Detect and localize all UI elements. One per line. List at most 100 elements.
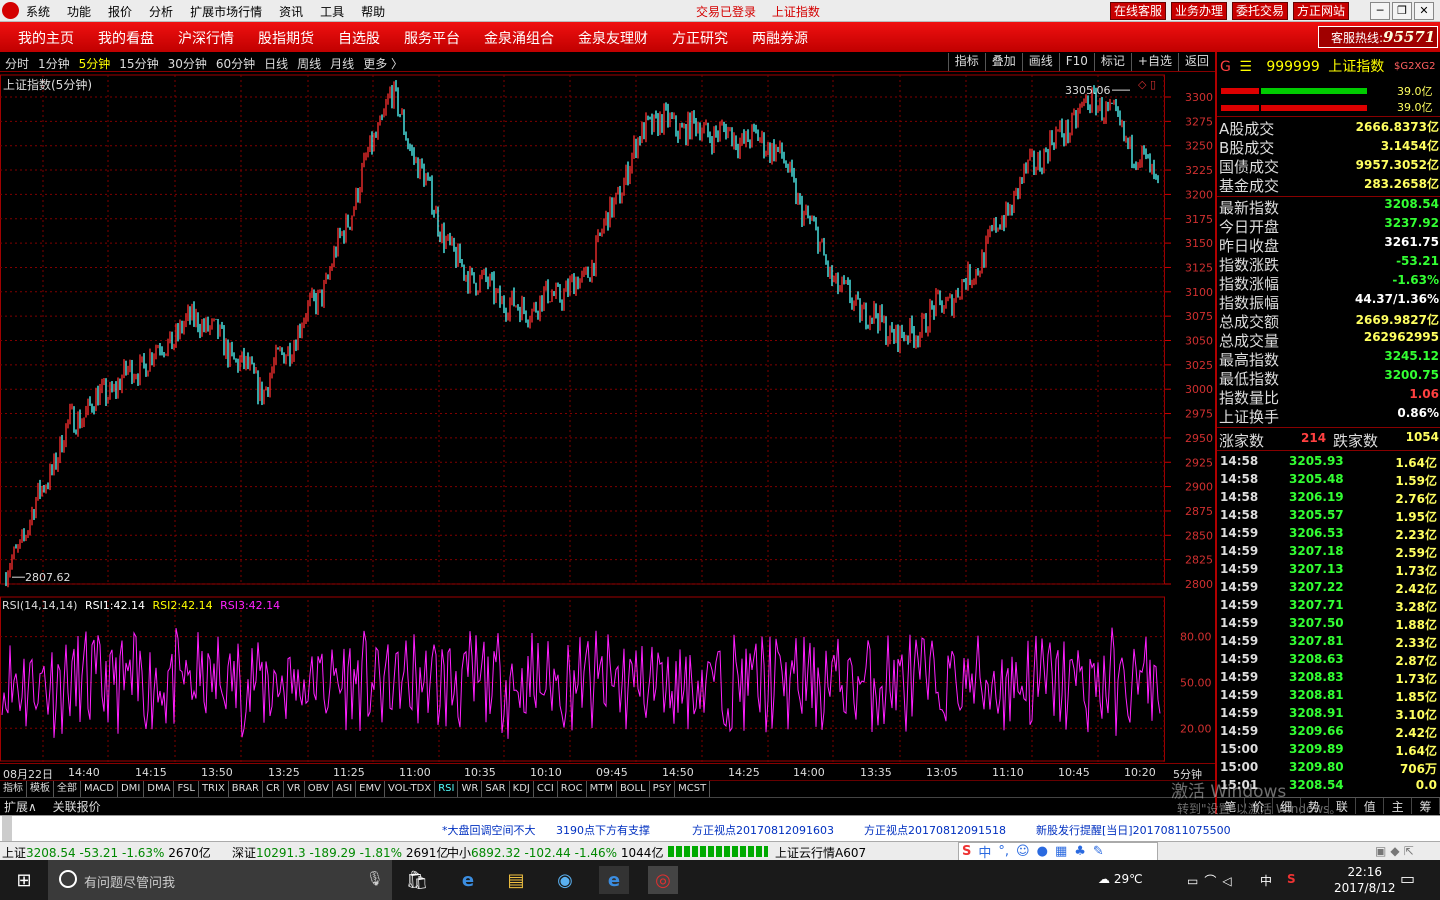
indicator-tab-wr[interactable]: WR [458,781,483,797]
tools-icon[interactable]: ✎ [1093,844,1104,859]
nav-portfolio[interactable]: 金泉涌组合 [484,28,554,48]
news-item[interactable]: 方正视点20170812091518 [864,822,1006,838]
ime-toolbar[interactable]: S 中 °, ☺ ● ▦ ♣ ✎ [958,842,1158,861]
indicator-tab-vol-tdx[interactable]: VOL-TDX [385,781,436,797]
skin-icon[interactable]: ♣ [1074,844,1086,859]
add-watchlist-button[interactable]: +自选 [1130,53,1178,71]
nav-wealth[interactable]: 金泉友理财 [578,28,648,48]
sogou-icon[interactable]: S [962,844,971,859]
sogou-tray-icon[interactable]: S [1287,872,1296,886]
menu-icon[interactable]: ☰ [1239,59,1252,75]
start-icon[interactable]: ⊞ [9,866,39,894]
back-button[interactable]: 返回 [1177,53,1215,71]
mic-icon[interactable]: 🎙 [366,871,384,887]
business-button[interactable]: 业务办理 [1171,2,1228,20]
indicator-tab-emv[interactable]: EMV [356,781,385,797]
news-item[interactable]: 新股发行提醒[当日]20170811075500 [1036,822,1231,838]
close-icon[interactable]: ✕ [1414,2,1434,20]
period-60min[interactable]: 60分钟 [216,55,255,72]
indicator-tab-sar[interactable]: SAR [482,781,510,797]
nav-home[interactable]: 我的主页 [18,28,74,48]
nav-research[interactable]: 方正研究 [672,28,728,48]
tab-main[interactable]: 主 [1384,798,1413,814]
tab-detail[interactable]: 细 [1273,798,1301,814]
file-explorer-icon[interactable]: ▤ [501,866,531,894]
server-name[interactable]: 上证云行情A607 [775,844,866,861]
zx-index[interactable]: 中小6892.32 -102.44 -1.46% 1044亿 [447,844,663,861]
emoji-icon[interactable]: ☺ [1016,844,1030,859]
indicator-tab-cr[interactable]: CR [263,781,284,797]
keyboard-icon[interactable]: ▦ [1055,844,1067,859]
period-30min[interactable]: 30分钟 [168,55,207,72]
nav-margin[interactable]: 两融券源 [752,28,808,48]
indicator-tab-brar[interactable]: BRAR [229,781,263,797]
news-item[interactable]: *大盘回调空间不大 [442,822,536,838]
browser-icon[interactable]: ◉ [550,866,580,894]
edge-icon[interactable]: e [453,866,483,894]
expand-tab[interactable]: 扩展∧ [4,800,37,814]
website-button[interactable]: 方正网站 [1293,2,1350,20]
news-item[interactable]: 3190点下方有支撑 [556,822,650,838]
indicator-button[interactable]: 指标 [947,53,985,71]
period-1min[interactable]: 1分钟 [38,55,70,72]
nav-hs-market[interactable]: 沪深行情 [178,28,234,48]
founder-app-icon[interactable]: ◎ [648,866,678,894]
mark-button[interactable]: 标记 [1093,53,1131,71]
punct-icon[interactable]: °, [998,844,1009,859]
tab-price[interactable]: 价 [1245,798,1273,814]
indicator-tab-dma[interactable]: DMA [144,781,175,797]
nav-my-watch[interactable]: 我的看盘 [98,28,154,48]
tab-value[interactable]: 值 [1356,798,1385,814]
nav-service[interactable]: 服务平台 [404,28,460,48]
online-service-button[interactable]: 在线客服 [1110,2,1167,20]
period-day[interactable]: 日线 [264,55,288,72]
indicator-tab-dmi[interactable]: DMI [118,781,145,797]
clock[interactable]: 22:16 2017/8/12 [1334,864,1396,896]
ie-icon[interactable]: e [599,866,629,894]
tray-icons[interactable]: ▭⌒◁ [1187,872,1238,889]
menu-tools[interactable]: 工具 [320,3,344,20]
indicator-tab-指标[interactable]: 指标 [0,781,27,797]
menu-ext-market[interactable]: 扩展市场行情 [190,3,262,20]
tab-link[interactable]: 联 [1329,798,1357,814]
indicator-tab-obv[interactable]: OBV [305,781,333,797]
indicator-tab-asi[interactable]: ASI [333,781,357,797]
period-tick[interactable]: 分时 [5,55,29,72]
status-tray-icons[interactable]: ▣◆⇱ [1375,844,1418,858]
indicator-tab-fsl[interactable]: FSL [174,781,199,797]
indicator-tab-mtm[interactable]: MTM [587,781,617,797]
news-item[interactable]: 方正视点20170812091603 [692,822,834,838]
restore-icon[interactable]: ❐ [1392,2,1412,20]
menu-analysis[interactable]: 分析 [149,3,173,20]
indicator-tab-psy[interactable]: PSY [650,781,676,797]
indicator-tab-roc[interactable]: ROC [558,781,587,797]
indicator-tab-mcst[interactable]: MCST [675,781,711,797]
indicator-tab-全部[interactable]: 全部 [54,781,81,797]
menu-system[interactable]: 系统 [26,3,50,20]
sz-index[interactable]: 深证10291.3 -189.29 -1.81% 2691亿 [232,844,448,861]
trade-button[interactable]: 委托交易 [1232,2,1289,20]
menu-quote[interactable]: 报价 [108,3,132,20]
ime-indicator[interactable]: 中 [1260,872,1272,889]
menu-function[interactable]: 功能 [67,3,91,20]
weather[interactable]: ☁ 29℃ [1098,872,1143,886]
scroll-handle[interactable] [2,816,12,842]
f10-button[interactable]: F10 [1058,53,1094,71]
indicator-tab-boll[interactable]: BOLL [617,781,650,797]
notification-icon[interactable]: ▭ [1400,869,1415,888]
indicator-tab-模板[interactable]: 模板 [27,781,54,797]
menu-help[interactable]: 帮助 [361,3,385,20]
nav-futures[interactable]: 股指期货 [258,28,314,48]
period-15min[interactable]: 15分钟 [119,55,158,72]
period-month[interactable]: 月线 [330,55,354,72]
tab-trend[interactable]: 势 [1301,798,1329,814]
indicator-tab-vr[interactable]: VR [284,781,305,797]
price-chart[interactable]: 3300 3275 3250 3225 3200 3175 3150 3125 3100 3075… [0,72,1215,764]
period-week[interactable]: 周线 [297,55,321,72]
related-quote-tab[interactable]: 关联报价 [53,800,101,814]
indicator-tab-rsi[interactable]: RSI [435,781,459,797]
period-5min[interactable]: 5分钟 [79,55,111,72]
draw-line-button[interactable]: 画线 [1021,53,1059,71]
overlay-button[interactable]: 叠加 [984,53,1022,71]
tab-trades[interactable]: 笔 [1217,798,1245,814]
